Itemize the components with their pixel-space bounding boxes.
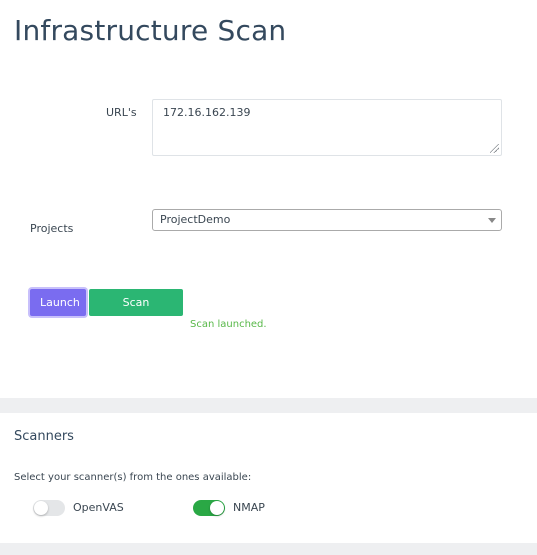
- urls-textarea-value: 172.16.162.139: [163, 106, 251, 119]
- projects-label: Projects: [30, 222, 74, 235]
- scanner-label-nmap: NMAP: [233, 501, 265, 514]
- toggle-openvas[interactable]: [33, 500, 65, 516]
- bottom-band: [0, 543, 537, 555]
- toggle-knob: [34, 501, 48, 515]
- scan-schedule-button[interactable]: Scan Schedule: [89, 289, 183, 336]
- section-divider: [0, 398, 537, 413]
- toggle-knob: [210, 501, 224, 515]
- projects-selected-value: ProjectDemo: [160, 213, 231, 226]
- resize-grip-icon[interactable]: [490, 144, 499, 153]
- toggle-nmap[interactable]: [193, 500, 225, 516]
- scanner-label-openvas: OpenVAS: [73, 501, 124, 514]
- scanners-title: Scanners: [14, 429, 74, 444]
- page-title: Infrastructure Scan: [14, 14, 287, 47]
- urls-label: URL's: [106, 106, 137, 119]
- launch-button[interactable]: Launch: [30, 289, 86, 316]
- urls-textarea[interactable]: 172.16.162.139: [152, 99, 502, 156]
- status-message: Scan launched.: [190, 319, 267, 330]
- scanners-hint: Select your scanner(s) from the ones ava…: [14, 472, 252, 483]
- chevron-down-icon[interactable]: [488, 218, 496, 223]
- projects-select[interactable]: ProjectDemo: [152, 209, 502, 231]
